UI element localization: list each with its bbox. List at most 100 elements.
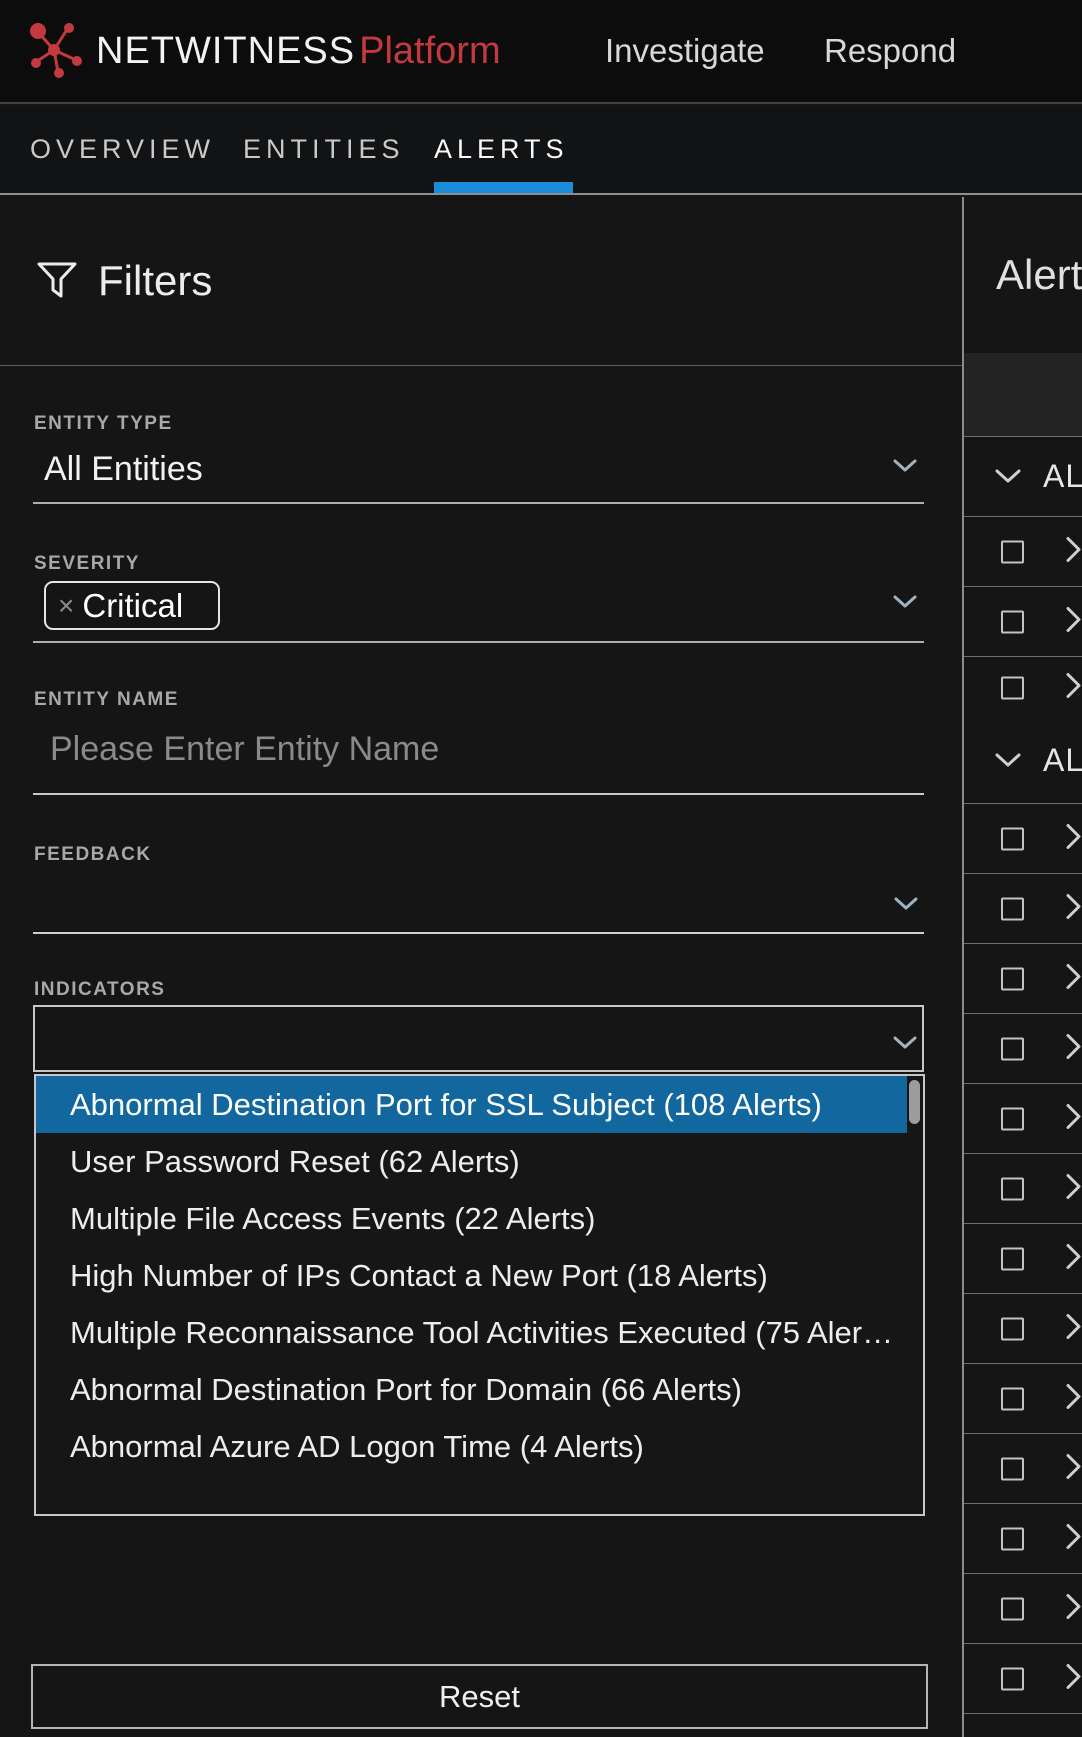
alert-row-checkbox[interactable] [1001, 1667, 1024, 1690]
alert-row-checkbox[interactable] [1001, 1037, 1024, 1060]
alert-row-expand-chevron-icon[interactable] [1066, 1593, 1082, 1624]
entity-name-underline [33, 793, 924, 795]
alerts-panel: Alert ALL ALL [962, 197, 1082, 1737]
alert-row-expand-chevron-icon[interactable] [1066, 1383, 1082, 1414]
alert-row [964, 874, 1082, 944]
severity-chevron-down-icon[interactable] [893, 595, 917, 609]
group-collapse-chevron-icon[interactable] [995, 753, 1021, 768]
alert-row-checkbox[interactable] [1001, 1387, 1024, 1410]
alert-group-row[interactable]: ALL [964, 718, 1082, 804]
alert-row-expand-chevron-icon[interactable] [1066, 1033, 1082, 1064]
alerts-table-rows: ALL ALL [964, 437, 1082, 1714]
alert-group-row[interactable]: ALL [964, 437, 1082, 517]
alert-row [964, 1434, 1082, 1504]
alerts-table-header [964, 353, 1082, 437]
filter-funnel-icon [37, 262, 77, 298]
entity-name-input[interactable] [50, 725, 850, 773]
chip-label: Critical [82, 586, 184, 624]
alert-row [964, 944, 1082, 1014]
alert-row [964, 1224, 1082, 1294]
feedback-chevron-down-icon[interactable] [894, 897, 918, 911]
option-list-scrollbar[interactable] [909, 1080, 920, 1124]
alert-row-expand-chevron-icon[interactable] [1066, 606, 1082, 637]
top-nav: Investigate Respond [0, 0, 1082, 102]
alert-row [964, 587, 1082, 657]
indicator-option[interactable]: Multiple File Access Events (22 Alerts) [36, 1190, 923, 1247]
indicators-label: INDICATORS [34, 979, 166, 1000]
alert-row-expand-chevron-icon[interactable] [1066, 1313, 1082, 1344]
alert-group-label: ALL [1043, 742, 1082, 778]
app-header: NETWITNESS Platform Investigate Respond [0, 0, 1082, 104]
indicator-option[interactable]: User Password Reset (62 Alerts) [36, 1133, 923, 1190]
alert-row-expand-chevron-icon[interactable] [1066, 1243, 1082, 1274]
alert-row [964, 1644, 1082, 1714]
alert-row-checkbox[interactable] [1001, 540, 1024, 563]
alert-row-checkbox[interactable] [1001, 1457, 1024, 1480]
alert-row [964, 1014, 1082, 1084]
indicator-option[interactable]: Abnormal Destination Port for Domain (66… [36, 1361, 923, 1418]
alert-row-checkbox[interactable] [1001, 967, 1024, 990]
tab-alerts[interactable]: ALERTS [434, 106, 573, 193]
feedback-label: FEEDBACK [34, 844, 152, 865]
alert-row-expand-chevron-icon[interactable] [1066, 1523, 1082, 1554]
reset-button[interactable]: Reset [31, 1664, 928, 1729]
indicators-option-list: Abnormal Destination Port for SSL Subjec… [34, 1074, 925, 1516]
alert-row-checkbox[interactable] [1001, 897, 1024, 920]
alert-row [964, 1504, 1082, 1574]
alert-row-expand-chevron-icon[interactable] [1066, 823, 1082, 854]
alert-row [964, 804, 1082, 874]
filters-header: Filters [36, 257, 212, 305]
alert-row-expand-chevron-icon[interactable] [1066, 1453, 1082, 1484]
nav-investigate[interactable]: Investigate [605, 0, 765, 102]
alert-row-expand-chevron-icon[interactable] [1066, 1173, 1082, 1204]
nav-respond[interactable]: Respond [824, 0, 956, 102]
indicators-select[interactable] [33, 1005, 924, 1072]
alert-row-checkbox[interactable] [1001, 1177, 1024, 1200]
tab-bar: OVERVIEW ENTITIES ALERTS [0, 106, 1082, 195]
alert-row-checkbox[interactable] [1001, 827, 1024, 850]
alert-row-checkbox[interactable] [1001, 1107, 1024, 1130]
indicator-option[interactable]: Abnormal Azure AD Logon Time (4 Alerts) [36, 1418, 923, 1475]
alert-row-checkbox[interactable] [1001, 610, 1024, 633]
severity-underline [33, 641, 924, 643]
entity-type-label: ENTITY TYPE [34, 413, 173, 434]
entity-type-chevron-down-icon[interactable] [893, 459, 917, 473]
indicator-option[interactable]: Multiple Reconnaissance Tool Activities … [36, 1304, 923, 1361]
filters-title: Filters [98, 257, 213, 304]
entity-name-label: ENTITY NAME [34, 689, 179, 710]
alert-row [964, 1154, 1082, 1224]
entity-type-underline [33, 502, 924, 504]
group-collapse-chevron-icon[interactable] [995, 469, 1021, 484]
alert-row [964, 1364, 1082, 1434]
tab-overview[interactable]: OVERVIEW [30, 106, 215, 193]
severity-label: SEVERITY [34, 553, 140, 574]
alert-row [964, 1574, 1082, 1644]
alert-row [964, 1294, 1082, 1364]
alert-row-expand-chevron-icon[interactable] [1066, 1103, 1082, 1134]
alert-row-expand-chevron-icon[interactable] [1066, 963, 1082, 994]
alert-row-expand-chevron-icon[interactable] [1066, 536, 1082, 567]
alert-row [964, 657, 1082, 718]
alert-row [964, 1084, 1082, 1154]
alert-row-checkbox[interactable] [1001, 1597, 1024, 1620]
alert-row-checkbox[interactable] [1001, 1527, 1024, 1550]
alert-row-checkbox[interactable] [1001, 1247, 1024, 1270]
alerts-panel-title: Alert [996, 251, 1082, 298]
filters-panel: Filters ENTITY TYPE All Entities SEVERIT… [0, 197, 962, 1737]
severity-chip-critical[interactable]: × Critical [44, 581, 220, 630]
chip-remove-icon[interactable]: × [58, 590, 74, 622]
indicator-option[interactable]: High Number of IPs Contact a New Port (1… [36, 1247, 923, 1304]
alert-row [964, 517, 1082, 587]
alert-group-label: ALL [1043, 458, 1082, 494]
alert-row-expand-chevron-icon[interactable] [1066, 1663, 1082, 1694]
feedback-underline [33, 932, 924, 934]
alert-row-checkbox[interactable] [1001, 1317, 1024, 1340]
alert-row-expand-chevron-icon[interactable] [1066, 893, 1082, 924]
tab-entities[interactable]: ENTITIES [243, 106, 405, 193]
indicators-chevron-down-icon[interactable] [893, 1036, 917, 1050]
alert-row-expand-chevron-icon[interactable] [1066, 672, 1082, 703]
alert-row-checkbox[interactable] [1001, 676, 1024, 699]
entity-type-value[interactable]: All Entities [44, 450, 203, 489]
indicator-option[interactable]: Abnormal Destination Port for SSL Subjec… [36, 1076, 907, 1133]
filters-divider [0, 365, 962, 366]
